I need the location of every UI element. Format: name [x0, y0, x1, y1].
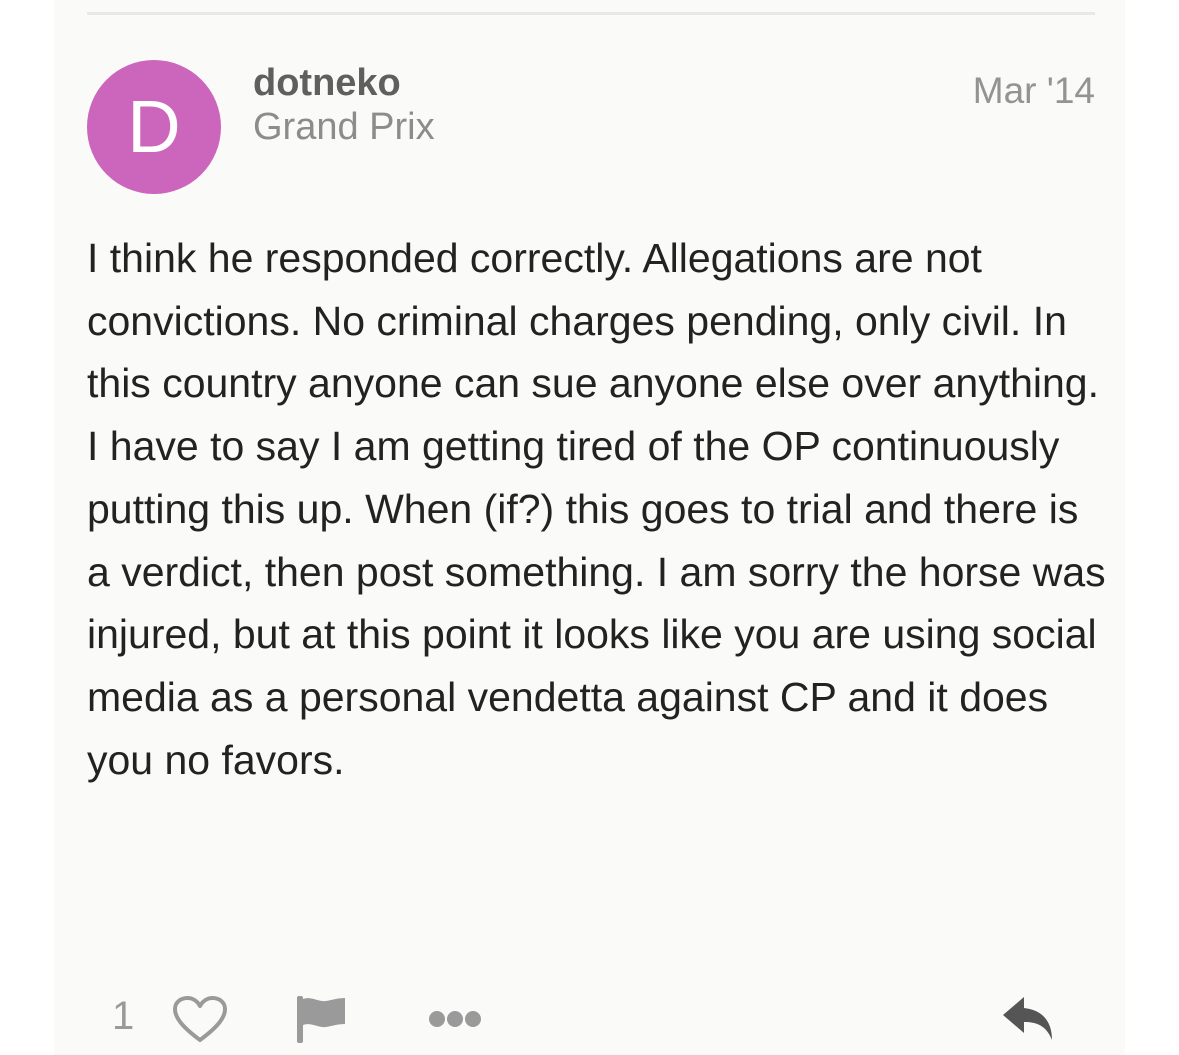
- avatar[interactable]: D: [87, 60, 221, 194]
- more-icon-graphic: [429, 1011, 481, 1027]
- post-date[interactable]: Mar '14: [973, 70, 1095, 112]
- like-count[interactable]: 1: [112, 994, 134, 1039]
- post-paragraph: I think he responded correctly. Allegati…: [87, 235, 1099, 407]
- post-body: I think he responded correctly. Allegati…: [87, 227, 1107, 791]
- user-title: Grand Prix: [253, 106, 435, 148]
- username[interactable]: dotneko: [253, 62, 401, 105]
- more-icon[interactable]: [428, 1008, 482, 1030]
- post-card: D dotneko Grand Prix Mar '14 I think he …: [54, 0, 1125, 1055]
- reply-icon[interactable]: [1000, 994, 1058, 1044]
- post-paragraph: I have to say I am getting tired of the …: [87, 423, 1106, 783]
- heart-icon[interactable]: [172, 995, 228, 1045]
- heart-icon-graphic: [173, 996, 227, 1042]
- reply-icon-graphic: [1003, 997, 1052, 1040]
- flag-icon-graphic: [297, 996, 345, 1043]
- top-divider: [87, 12, 1095, 15]
- flag-icon[interactable]: [294, 993, 348, 1045]
